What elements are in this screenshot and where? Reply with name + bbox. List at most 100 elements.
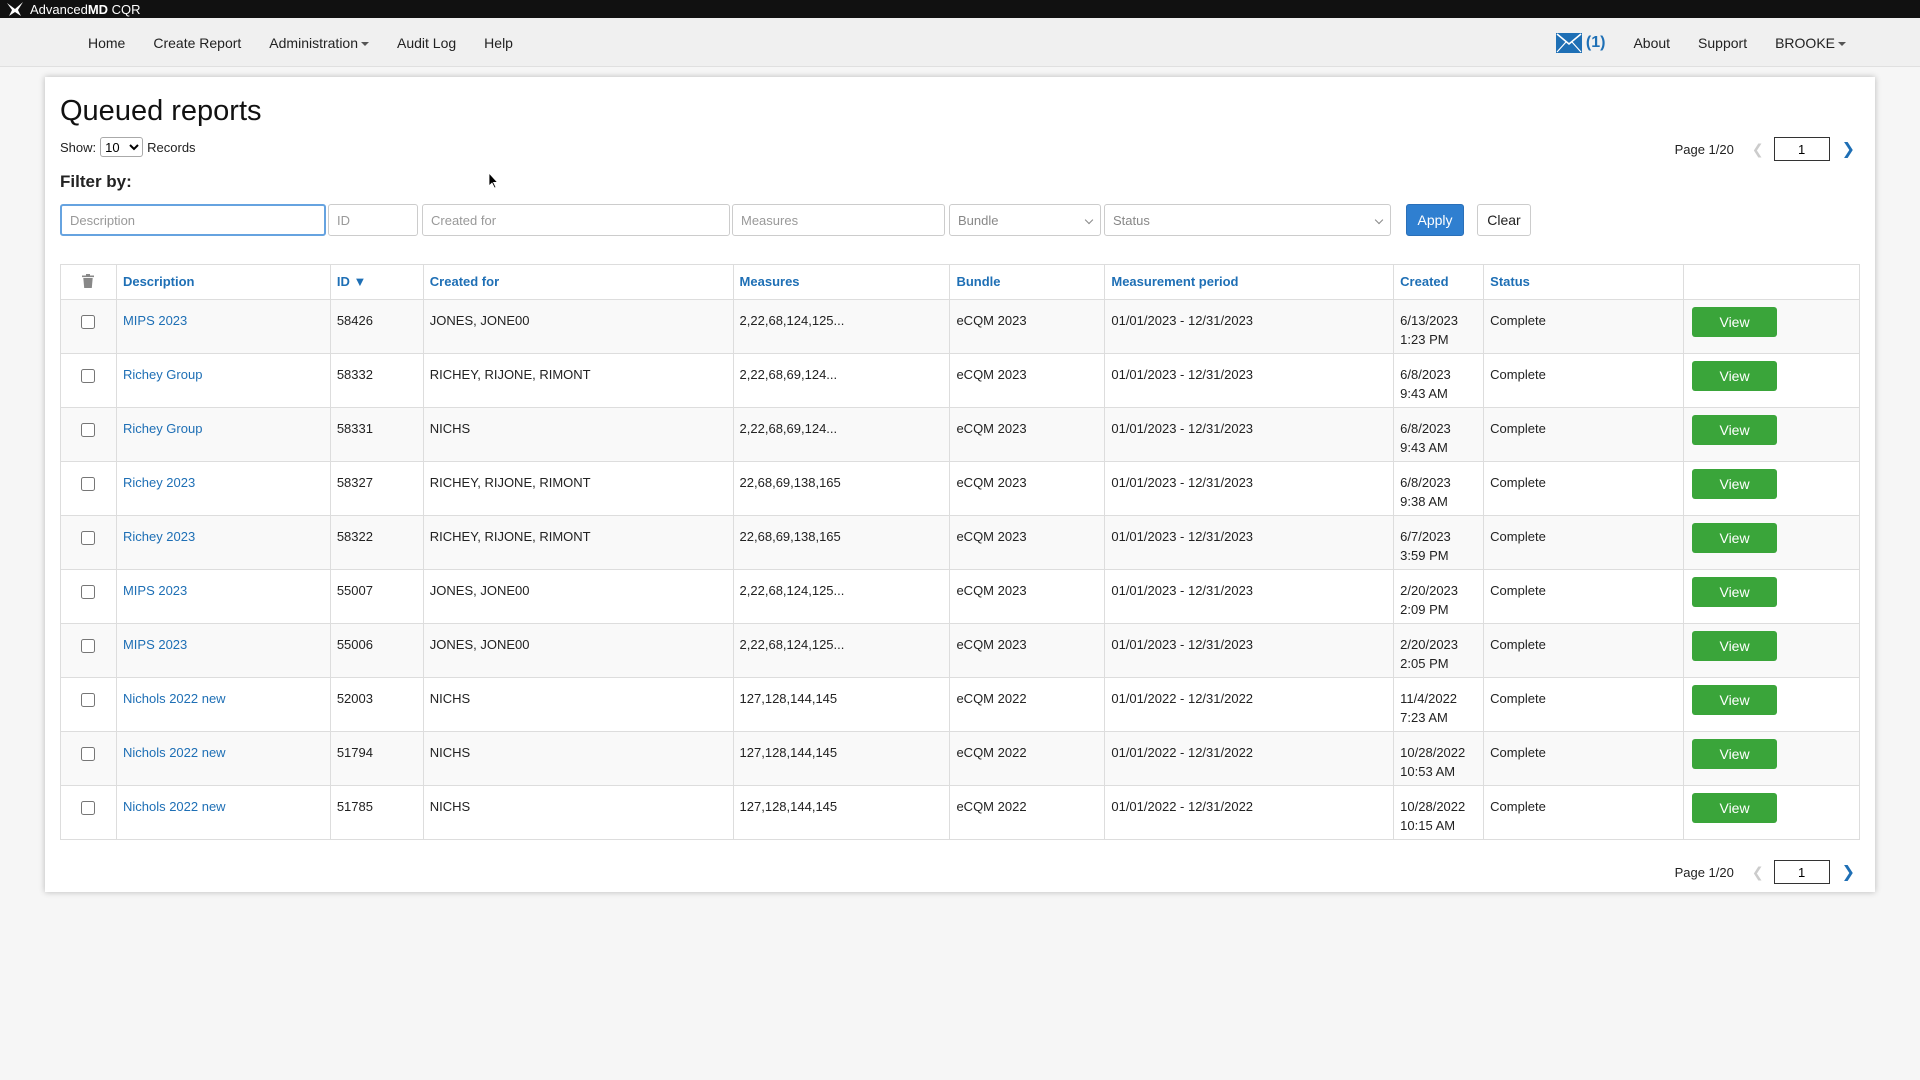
bundle-column-header[interactable]: Bundle: [949, 264, 1106, 300]
row-checkbox[interactable]: [81, 801, 96, 815]
chevron-left-icon[interactable]: ❮: [1752, 141, 1764, 158]
report-description-link[interactable]: Nichols 2022 new: [123, 691, 226, 706]
created-for-column-header[interactable]: Created for: [422, 264, 734, 300]
measures-cell: 2,22,68,124,125...: [732, 569, 951, 624]
report-description-link[interactable]: Richey Group: [123, 421, 202, 436]
page-number-input[interactable]: [1773, 137, 1830, 161]
apply-button[interactable]: Apply: [1406, 204, 1464, 236]
table-row: Richey 2023 58322 RICHEY, RIJONE, RIMONT 22…: [60, 515, 1860, 570]
measurement-period-cell: 01/01/2023 - 12/31/2023: [1104, 623, 1395, 678]
row-checkbox[interactable]: [81, 747, 96, 761]
created-cell: 11/4/2022 7:23 AM: [1393, 677, 1485, 732]
row-checkbox[interactable]: [81, 693, 96, 707]
page-indicator: Page 1/20: [1674, 864, 1734, 880]
actions-column-header: [1683, 264, 1860, 300]
view-button[interactable]: View: [1692, 739, 1778, 769]
view-button[interactable]: View: [1692, 577, 1778, 607]
report-description-link[interactable]: Nichols 2022 new: [123, 799, 226, 814]
actions-cell: View: [1683, 353, 1860, 408]
created-column-header[interactable]: Created: [1393, 264, 1485, 300]
id-column-header[interactable]: ID ▼: [329, 264, 424, 300]
table-row: Richey Group 58331 NICHS 2,22,68,69,124... e…: [60, 407, 1860, 462]
id-cell: 58332: [329, 353, 424, 408]
row-select-cell: [60, 461, 117, 516]
view-button[interactable]: View: [1692, 415, 1778, 445]
view-button[interactable]: View: [1692, 307, 1778, 337]
description-cell: MIPS 2023: [115, 623, 331, 678]
status-select-label: Status: [1113, 212, 1150, 228]
report-description-link[interactable]: Richey 2023: [123, 529, 195, 544]
measures-cell: 2,22,68,69,124...: [732, 407, 951, 462]
measures-cell: 22,68,69,138,165: [732, 515, 951, 570]
row-select-cell: [60, 731, 117, 786]
view-button[interactable]: View: [1692, 685, 1778, 715]
status-cell: Complete: [1483, 569, 1685, 624]
chevron-right-icon[interactable]: ❯: [1842, 862, 1855, 882]
created-for-cell: NICHS: [422, 407, 734, 462]
records-per-page-select[interactable]: 10: [100, 137, 144, 157]
measurement-period-column-header[interactable]: Measurement period: [1104, 264, 1395, 300]
bundle-cell: eCQM 2023: [949, 353, 1106, 408]
nav-home[interactable]: Home: [88, 35, 125, 51]
nav-support[interactable]: Support: [1698, 35, 1747, 51]
chevron-down-icon: [1084, 215, 1094, 225]
delete-column-header[interactable]: [60, 264, 117, 300]
status-cell: Complete: [1483, 461, 1685, 516]
description-column-header[interactable]: Description: [115, 264, 331, 300]
nav-about[interactable]: About: [1633, 35, 1670, 51]
created-for-cell: NICHS: [422, 731, 734, 786]
bundle-filter-select[interactable]: Bundle: [949, 204, 1101, 236]
measures-column-header[interactable]: Measures: [732, 264, 951, 300]
page-title: Queued reports: [60, 95, 262, 127]
report-description-link[interactable]: MIPS 2023: [123, 637, 187, 652]
clear-button[interactable]: Clear: [1477, 204, 1531, 236]
nav-create-report[interactable]: Create Report: [153, 35, 241, 51]
pager-bottom: Page 1/20 ❮ ❯: [1675, 860, 1855, 884]
id-cell: 58327: [329, 461, 424, 516]
created-time: 2:05 PM: [1400, 656, 1449, 671]
report-description-link[interactable]: MIPS 2023: [123, 313, 187, 328]
row-checkbox[interactable]: [81, 369, 96, 383]
report-description-link[interactable]: Richey Group: [123, 367, 202, 382]
mail-button[interactable]: (1): [1555, 32, 1605, 53]
description-filter-input[interactable]: [60, 204, 326, 236]
records-label: Records: [147, 139, 196, 155]
user-menu[interactable]: BROOKE: [1775, 35, 1846, 51]
row-checkbox[interactable]: [81, 531, 96, 545]
nav-help[interactable]: Help: [484, 35, 513, 51]
created-cell: 10/28/2022 10:53 AM: [1393, 731, 1485, 786]
created-date: 2/20/2023: [1400, 583, 1459, 598]
measures-filter-input[interactable]: [732, 204, 945, 236]
status-filter-select[interactable]: Status: [1104, 204, 1391, 236]
chevron-left-icon[interactable]: ❮: [1752, 864, 1764, 881]
created-cell: 6/7/2023 3:59 PM: [1393, 515, 1485, 570]
status-cell: Complete: [1483, 623, 1685, 678]
row-select-cell: [60, 515, 117, 570]
chevron-right-icon[interactable]: ❯: [1842, 139, 1855, 159]
row-checkbox[interactable]: [81, 477, 96, 491]
view-button[interactable]: View: [1692, 631, 1778, 661]
view-button[interactable]: View: [1692, 469, 1778, 499]
row-checkbox[interactable]: [81, 423, 96, 437]
report-description-link[interactable]: Richey 2023: [123, 475, 195, 490]
created-date: 6/13/2023: [1400, 313, 1459, 328]
id-filter-input[interactable]: [328, 204, 418, 236]
page-number-input[interactable]: [1773, 860, 1830, 884]
view-button[interactable]: View: [1692, 523, 1778, 553]
table-row: Nichols 2022 new 51794 NICHS 127,128,144,14…: [60, 731, 1860, 786]
created-date: 11/4/2022: [1400, 691, 1458, 706]
view-button[interactable]: View: [1692, 361, 1778, 391]
nav-administration[interactable]: Administration: [269, 35, 369, 51]
view-button[interactable]: View: [1692, 793, 1778, 823]
status-column-header[interactable]: Status: [1483, 264, 1685, 300]
report-description-link[interactable]: Nichols 2022 new: [123, 745, 226, 760]
report-description-link[interactable]: MIPS 2023: [123, 583, 187, 598]
id-cell: 58331: [329, 407, 424, 462]
row-checkbox[interactable]: [81, 639, 96, 653]
created-for-filter-input[interactable]: [422, 204, 730, 236]
row-checkbox[interactable]: [81, 585, 96, 599]
created-for-cell: JONES, JONE00: [422, 569, 734, 624]
measurement-period-cell: 01/01/2022 - 12/31/2022: [1104, 785, 1395, 840]
nav-audit-log[interactable]: Audit Log: [397, 35, 456, 51]
row-checkbox[interactable]: [81, 315, 96, 329]
